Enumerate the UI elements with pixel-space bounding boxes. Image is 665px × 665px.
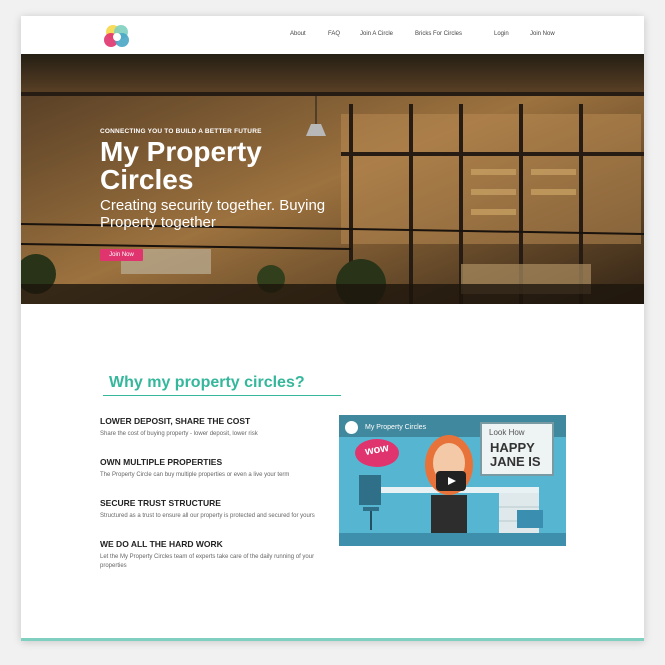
nav-about[interactable]: About <box>290 31 306 37</box>
video-player[interactable]: My Property Circles wow Look How HAPPY J… <box>339 415 566 546</box>
circles-logo-icon[interactable] <box>103 23 131 49</box>
feature-title: SECURE TRUST STRUCTURE <box>100 498 221 508</box>
hero-subtitle: Creating security together. Buying Prope… <box>100 197 326 231</box>
nav-login[interactable]: Login <box>494 31 509 37</box>
nav-bricks-for-circles[interactable]: Bricks For Circles <box>415 31 462 37</box>
play-icon[interactable] <box>436 471 466 491</box>
nav-faq[interactable]: FAQ <box>328 31 340 37</box>
hero-kicker: CONNECTING YOU TO BUILD A BETTER FUTURE <box>100 128 262 135</box>
feature-body: Structured as a trust to ensure all our … <box>100 513 315 519</box>
feature-body: The Property Circle can buy multiple pro… <box>100 472 290 478</box>
feature-body: Let the My Property Circles team of expe… <box>100 554 315 569</box>
video-board-line2: HAPPY JANE IS <box>490 440 541 469</box>
page-frame: About FAQ Join A Circle Bricks For Circl… <box>21 16 644 641</box>
nav-join-now[interactable]: Join Now <box>530 31 555 37</box>
why-section-title: Why my property circles? <box>109 374 305 391</box>
footer-accent-line <box>21 638 644 641</box>
video-title[interactable]: My Property Circles <box>365 424 426 431</box>
feature-title: OWN MULTIPLE PROPERTIES <box>100 457 223 467</box>
feature-body: Share the cost of buying property - lowe… <box>100 431 258 437</box>
feature-title: LOWER DEPOSIT, SHARE THE COST <box>100 416 251 426</box>
why-section-divider <box>103 395 341 396</box>
channel-avatar-icon[interactable] <box>345 421 358 434</box>
nav-join-a-circle[interactable]: Join A Circle <box>360 31 393 37</box>
feature-title: WE DO ALL THE HARD WORK <box>100 539 223 549</box>
hero-banner: CONNECTING YOU TO BUILD A BETTER FUTURE … <box>21 54 644 304</box>
hero-title: My Property Circles <box>100 136 262 195</box>
top-nav: About FAQ Join A Circle Bricks For Circl… <box>21 16 644 54</box>
join-now-button[interactable]: Join Now <box>100 249 143 261</box>
video-board-line1: Look How <box>489 428 525 437</box>
